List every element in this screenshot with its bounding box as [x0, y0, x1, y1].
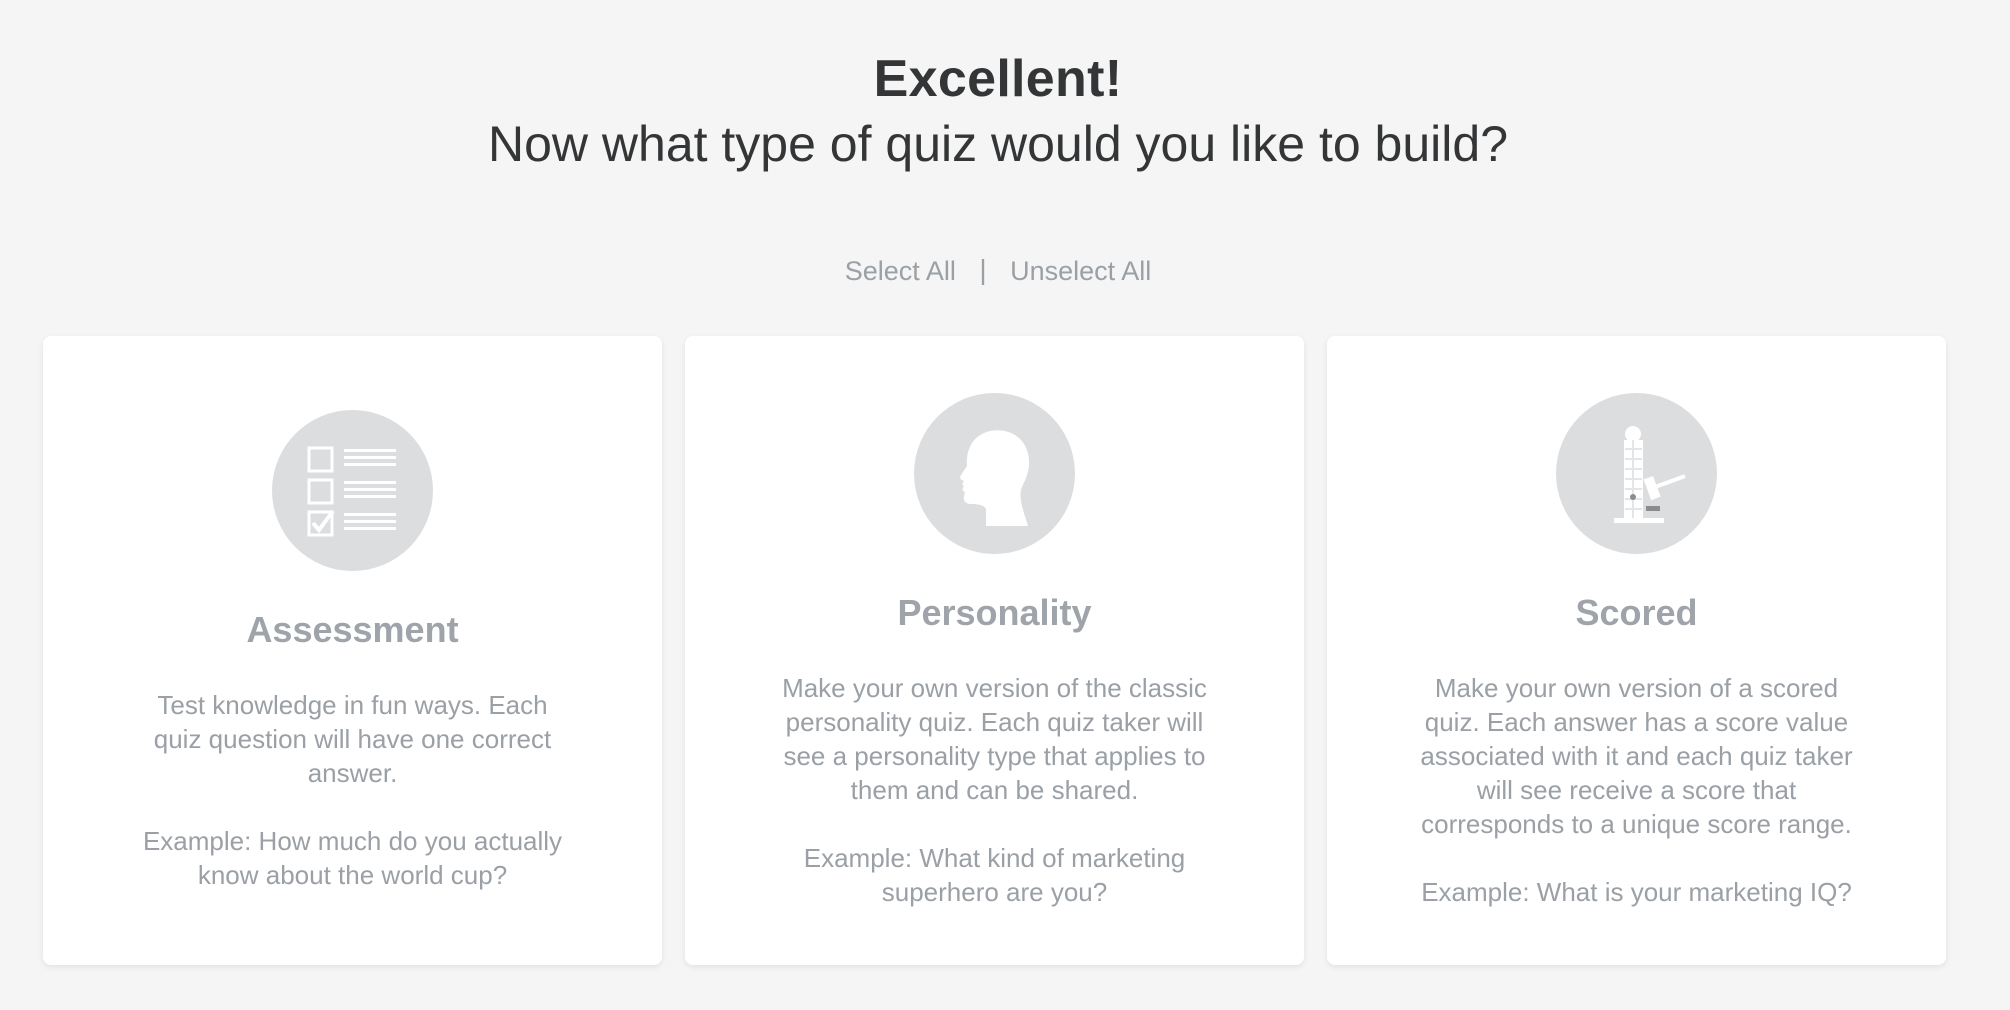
quiz-type-card-scored[interactable]: Scored Make your own version of a scored… [1327, 336, 1946, 965]
selection-controls: Select All | Unselect All [0, 253, 1996, 288]
card-description-text: Make your own version of the classic per… [782, 673, 1207, 805]
select-all-link[interactable]: Select All [845, 256, 956, 287]
card-description: Test knowledge in fun ways. Each quiz qu… [133, 688, 572, 926]
card-example-text: Example: What is your marketing IQ? [1421, 877, 1852, 907]
card-example-text: Example: How much do you actually know a… [142, 826, 563, 890]
card-description-text: Make your own version of a scored quiz. … [1420, 673, 1853, 839]
selection-separator: | [979, 253, 987, 285]
quiz-type-card-personality[interactable]: Personality Make your own version of the… [685, 336, 1304, 965]
strength-tester-icon [1556, 393, 1717, 554]
card-description: Make your own version of a scored quiz. … [1407, 671, 1866, 943]
head-profile-icon [914, 393, 1075, 554]
checklist-icon [272, 410, 433, 571]
card-example-text: Example: What kind of marketing superher… [803, 843, 1186, 907]
card-description: Make your own version of the classic per… [765, 671, 1224, 943]
quiz-type-card-assessment[interactable]: Assessment Test knowledge in fun ways. E… [43, 336, 662, 965]
page-subtitle: Now what type of quiz would you like to … [487, 116, 1509, 172]
page-title: Excellent! [873, 50, 1123, 108]
card-title: Scored [1575, 592, 1698, 633]
unselect-all-link[interactable]: Unselect All [1010, 256, 1151, 287]
card-description-text: Test knowledge in fun ways. Each quiz qu… [153, 690, 552, 788]
card-title: Personality [897, 592, 1092, 633]
card-title: Assessment [246, 609, 459, 650]
page-header: Excellent! Now what type of quiz would y… [0, 46, 1996, 176]
